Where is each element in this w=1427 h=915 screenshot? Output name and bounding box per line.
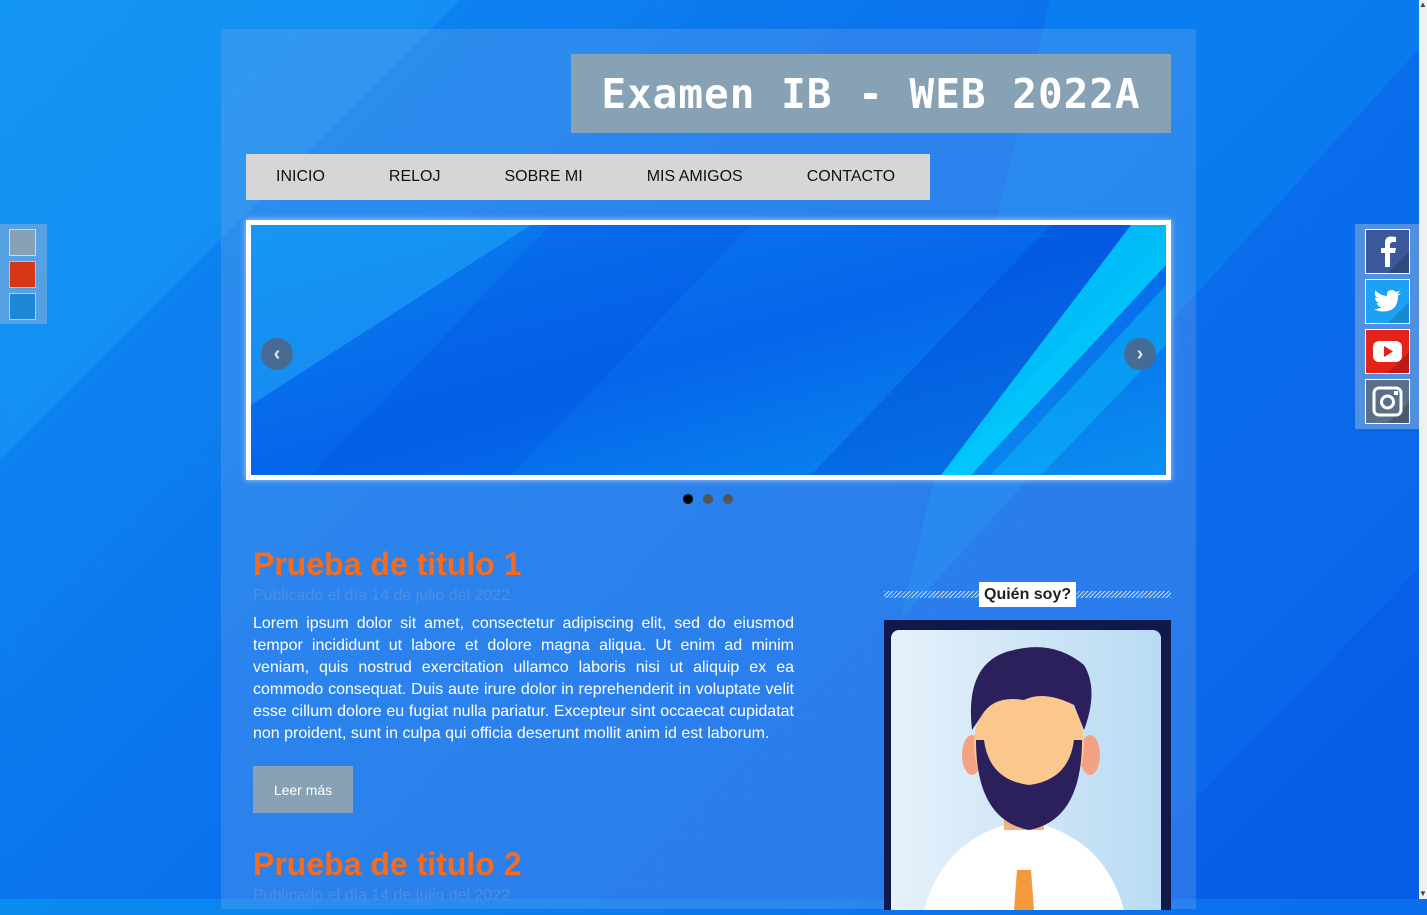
scroll-down-arrow-icon[interactable]: ▼ — [1419, 889, 1427, 899]
post-date: Publicado el día 14 de julio del 2022 — [253, 587, 511, 604]
youtube-button[interactable] — [1365, 329, 1410, 374]
profile-avatar-box — [884, 620, 1171, 915]
site-title-banner: Examen IB - WEB 2022A — [571, 54, 1171, 133]
facebook-icon — [1366, 230, 1409, 273]
nav-item-sobre-mi[interactable]: SOBRE MI — [504, 168, 582, 186]
blog-post-2: Prueba de titulo 2 Publicado el día 14 d… — [253, 846, 794, 906]
post-title[interactable]: Prueba de titulo 2 — [253, 846, 794, 882]
facebook-button[interactable] — [1365, 229, 1410, 274]
slider-dots — [683, 494, 733, 504]
twitter-button[interactable] — [1365, 279, 1410, 324]
slider-prev-button[interactable]: ‹ — [261, 338, 293, 370]
sidebar-heading: Quién soy? — [884, 582, 1171, 607]
swatch-gray[interactable] — [9, 229, 36, 256]
twitter-icon — [1366, 280, 1409, 323]
swatch-red[interactable] — [9, 261, 36, 288]
post-title[interactable]: Prueba de titulo 1 — [253, 546, 794, 582]
blog-post-1: Prueba de titulo 1 Publicado el día 14 d… — [253, 546, 794, 745]
nav-item-contacto[interactable]: CONTACTO — [807, 168, 895, 186]
site-title: Examen IB - WEB 2022A — [601, 69, 1141, 118]
nav-item-reloj[interactable]: RELOJ — [389, 168, 441, 186]
main-nav: INICIO RELOJ SOBRE MI MIS AMIGOS CONTACT… — [246, 154, 930, 200]
instagram-button[interactable] — [1365, 379, 1410, 424]
post-date: Publicado el día 14 de julio del 2022 — [253, 887, 511, 904]
instagram-icon — [1366, 380, 1409, 423]
image-slider: ‹ › — [246, 220, 1171, 480]
social-sidebar — [1355, 224, 1419, 429]
user-avatar-icon — [891, 630, 1161, 915]
nav-item-mis-amigos[interactable]: MIS AMIGOS — [647, 168, 743, 186]
slider-dot-3[interactable] — [723, 494, 733, 504]
slider-next-button[interactable]: › — [1124, 338, 1156, 370]
color-switcher — [0, 224, 47, 324]
read-more-button[interactable]: Leer más — [253, 766, 353, 813]
swatch-blue[interactable] — [9, 293, 36, 320]
slide-image — [251, 225, 1166, 475]
slider-dot-2[interactable] — [703, 494, 713, 504]
post-body: Lorem ipsum dolor sit amet, consectetur … — [253, 615, 794, 742]
scroll-up-arrow-icon[interactable]: ▲ — [1419, 0, 1427, 10]
chevron-right-icon: › — [1136, 342, 1144, 365]
nav-item-inicio[interactable]: INICIO — [276, 168, 325, 186]
vertical-scrollbar[interactable]: ▲ ▼ — [1419, 0, 1427, 899]
slider-dot-1[interactable] — [683, 494, 693, 504]
youtube-icon — [1366, 330, 1409, 373]
sidebar-heading-label: Quién soy? — [979, 582, 1077, 607]
chevron-left-icon: ‹ — [273, 342, 281, 365]
